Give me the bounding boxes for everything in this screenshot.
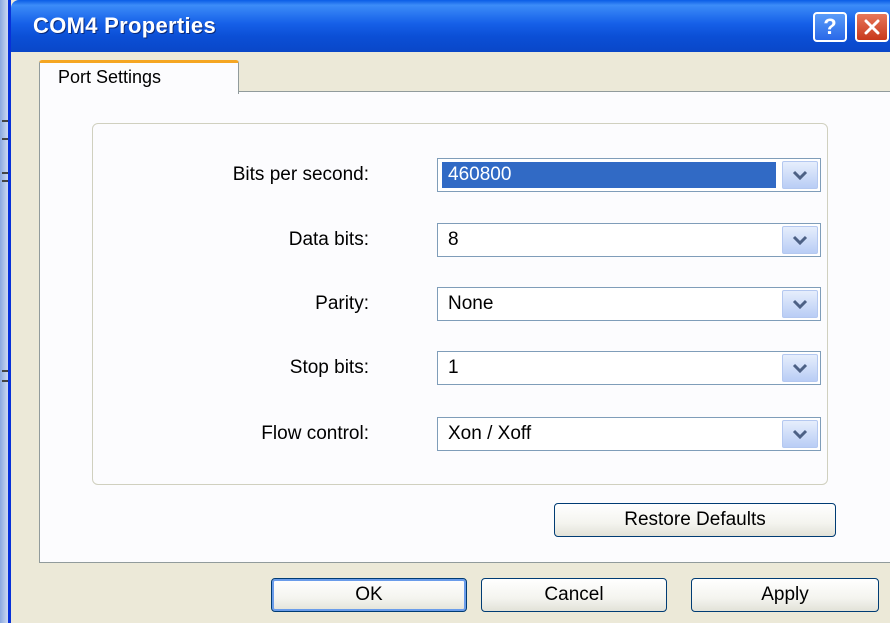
window-title: COM4 Properties	[33, 13, 216, 38]
help-button[interactable]: ?	[813, 12, 847, 42]
bits-per-second-value: 460800	[442, 162, 776, 188]
flow-control-value: Xon / Xoff	[448, 423, 532, 444]
stop-bits-label: Stop bits:	[289, 357, 369, 378]
bits-per-second-select[interactable]: 460800	[437, 158, 821, 192]
data-bits-label: Data bits:	[288, 229, 369, 250]
cancel-button[interactable]: Cancel	[481, 578, 667, 612]
bits-per-second-label: Bits per second:	[232, 164, 369, 185]
chevron-down-icon	[792, 363, 808, 373]
parity-dropdown[interactable]	[782, 290, 818, 318]
com4-properties-dialog: COM4 Properties ? Port Settings Bits per…	[8, 0, 890, 623]
data-bits-select[interactable]: 8	[437, 223, 821, 257]
port-settings-panel: Bits per second: 460800 Data bits: 8 Par…	[39, 91, 890, 563]
ok-button[interactable]: OK	[271, 578, 467, 612]
parity-select[interactable]: None	[437, 287, 821, 321]
stop-bits-dropdown[interactable]	[782, 354, 818, 382]
parity-label: Parity:	[315, 293, 369, 314]
restore-defaults-button[interactable]: Restore Defaults	[554, 503, 836, 537]
tab-port-settings[interactable]: Port Settings	[39, 60, 239, 94]
help-icon: ?	[823, 14, 837, 39]
close-icon	[864, 19, 880, 35]
settings-group: Bits per second: 460800 Data bits: 8 Par…	[92, 123, 828, 485]
title-bar[interactable]: COM4 Properties ?	[11, 0, 890, 52]
flow-control-label: Flow control:	[261, 423, 369, 444]
stop-bits-value: 1	[448, 357, 459, 378]
chevron-down-icon	[792, 235, 808, 245]
parity-value: None	[448, 293, 494, 314]
flow-control-select[interactable]: Xon / Xoff	[437, 417, 821, 451]
chevron-down-icon	[792, 429, 808, 439]
tab-label: Port Settings	[58, 67, 162, 87]
chevron-down-icon	[792, 170, 808, 180]
stop-bits-select[interactable]: 1	[437, 351, 821, 385]
apply-button[interactable]: Apply	[691, 578, 879, 612]
bits-per-second-dropdown[interactable]	[782, 161, 818, 189]
flow-control-dropdown[interactable]	[782, 420, 818, 448]
data-bits-value: 8	[448, 229, 459, 250]
close-button[interactable]	[855, 12, 889, 42]
chevron-down-icon	[792, 299, 808, 309]
data-bits-dropdown[interactable]	[782, 226, 818, 254]
